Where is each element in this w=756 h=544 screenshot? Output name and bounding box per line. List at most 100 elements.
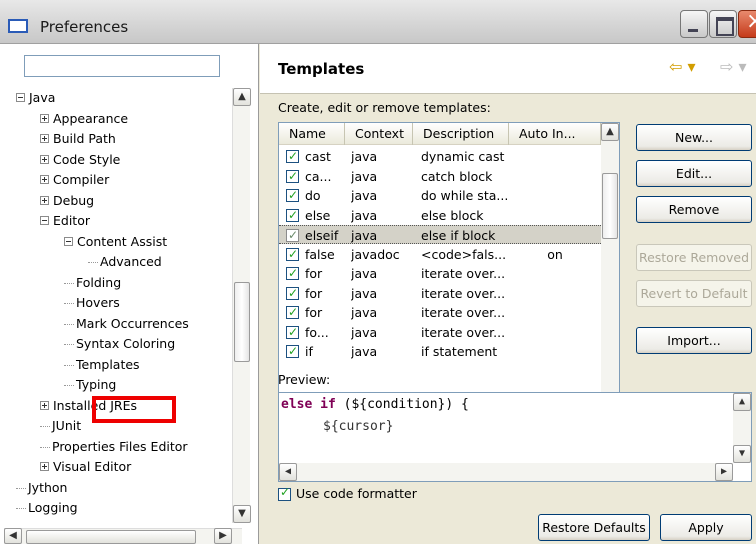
table-row[interactable]: ca... java catch block: [279, 167, 601, 186]
tree-item-java[interactable]: Java: [16, 88, 55, 108]
tree-item-debug[interactable]: Debug: [40, 191, 94, 211]
table-row[interactable]: else java else block: [279, 206, 601, 225]
checkbox-checked-icon[interactable]: [286, 147, 299, 166]
tree-item-jython[interactable]: Jython: [16, 478, 67, 498]
table-row[interactable]: elseif java else if block: [279, 225, 601, 245]
cell-name: for: [305, 285, 323, 301]
scroll-thumb[interactable]: [602, 173, 618, 239]
collapse-icon[interactable]: [16, 93, 25, 102]
preference-tree-pane: Java Appearance Build Path Code Style Compil…: [0, 44, 259, 544]
filter-input[interactable]: [24, 55, 220, 77]
checkbox-checked-icon[interactable]: [286, 206, 299, 225]
checkbox-checked-icon[interactable]: [286, 284, 299, 303]
new-button[interactable]: New...: [636, 124, 752, 151]
scroll-up-icon[interactable]: ▲: [733, 393, 751, 411]
checkbox-checked-icon[interactable]: [278, 485, 291, 501]
close-button[interactable]: [738, 9, 756, 38]
expand-icon[interactable]: [40, 113, 49, 123]
preview-code-line-2: ${cursor}: [323, 419, 394, 434]
collapse-icon[interactable]: [64, 236, 73, 246]
tree-horizontal-scrollbar[interactable]: ◀ ▶: [4, 528, 242, 544]
tree-item-hovers[interactable]: Hovers: [64, 293, 120, 313]
tree-item-visual-editor[interactable]: Visual Editor: [40, 457, 131, 477]
scroll-up-icon[interactable]: ▲: [233, 88, 251, 106]
checkbox-checked-icon[interactable]: [286, 167, 299, 186]
tree-item-editor[interactable]: Editor: [40, 211, 90, 231]
revert-to-default-button[interactable]: Revert to Default: [636, 280, 752, 307]
tree-item-content-assist[interactable]: Content Assist: [64, 232, 167, 252]
column-header-auto-insert[interactable]: Auto In...: [509, 123, 601, 145]
checkbox-checked-icon[interactable]: [286, 226, 299, 245]
table-row[interactable]: false javadoc <code>fals... on: [279, 245, 601, 264]
expand-icon[interactable]: [40, 400, 49, 410]
tree-item-label: Code Style: [53, 151, 121, 167]
table-row[interactable]: do java do while sta...: [279, 186, 601, 205]
table-row[interactable]: fo... java iterate over...: [279, 323, 601, 342]
table-row[interactable]: cast java dynamic cast: [279, 147, 601, 166]
cell-auto: [509, 284, 601, 303]
table-vertical-scrollbar[interactable]: ▲: [601, 123, 619, 405]
tree-item-appearance[interactable]: Appearance: [40, 109, 128, 129]
maximize-button[interactable]: [709, 10, 737, 38]
tree-item-compiler[interactable]: Compiler: [40, 170, 109, 190]
apply-button[interactable]: Apply: [660, 514, 752, 541]
tree-item-folding[interactable]: Folding: [64, 273, 121, 293]
preview-code-line-1: else if (${condition}) {: [281, 397, 469, 412]
tree-item-mark-occurrences[interactable]: Mark Occurrences: [64, 314, 189, 334]
table-row[interactable]: for java iterate over...: [279, 264, 601, 283]
column-header-name[interactable]: Name: [279, 123, 345, 145]
collapse-icon[interactable]: [40, 216, 49, 225]
column-header-description[interactable]: Description: [413, 123, 509, 145]
table-row[interactable]: for java iterate over...: [279, 303, 601, 322]
checkbox-checked-icon[interactable]: [286, 323, 299, 342]
tree-item-logging[interactable]: Logging: [16, 498, 78, 518]
restore-defaults-button[interactable]: Restore Defaults: [538, 514, 650, 541]
checkbox-checked-icon[interactable]: [286, 264, 299, 283]
scroll-right-icon[interactable]: ▶: [715, 463, 733, 481]
tree-item-junit[interactable]: JUnit: [40, 416, 81, 436]
scroll-down-icon[interactable]: ▼: [233, 505, 251, 523]
scroll-thumb-horizontal[interactable]: [26, 530, 196, 544]
scroll-up-icon[interactable]: ▲: [601, 123, 619, 141]
checkbox-checked-icon[interactable]: [286, 303, 299, 322]
column-header-context[interactable]: Context: [345, 123, 413, 145]
back-arrow-icon[interactable]: ⇦ ▾: [669, 57, 696, 76]
table-row[interactable]: for java iterate over...: [279, 284, 601, 303]
restore-removed-button[interactable]: Restore Removed: [636, 244, 752, 271]
edit-button[interactable]: Edit...: [636, 160, 752, 187]
cell-context: java: [351, 149, 378, 164]
preview-editor[interactable]: else if (${condition}) { ${cursor} ▲ ▼ ◀…: [278, 392, 752, 482]
expand-icon[interactable]: [40, 175, 49, 184]
cell-auto: [509, 342, 601, 361]
tree-item-properties-files-editor[interactable]: Properties Files Editor: [40, 437, 188, 457]
scroll-right-icon[interactable]: ▶: [214, 528, 232, 544]
tree-item-syntax-coloring[interactable]: Syntax Coloring: [64, 334, 175, 354]
cell-name: do: [305, 188, 321, 203]
tree-item-advanced[interactable]: Advanced: [88, 252, 162, 272]
scroll-left-icon[interactable]: ◀: [279, 463, 297, 481]
tree-item-typing[interactable]: Typing: [64, 375, 116, 395]
table-row[interactable]: if java if statement: [279, 342, 601, 361]
expand-icon[interactable]: [40, 462, 49, 471]
expand-icon[interactable]: [40, 195, 49, 205]
preferences-window: Preferences Java Appearance Build Path Code…: [0, 0, 756, 544]
scroll-thumb[interactable]: [234, 282, 250, 362]
tree-item-label: Compiler: [53, 172, 110, 187]
tree-item-build-path[interactable]: Build Path: [40, 129, 116, 149]
tree-item-templates[interactable]: Templates: [64, 355, 140, 375]
preview-horizontal-scrollbar[interactable]: ◀ ▶: [279, 463, 733, 481]
scroll-left-icon[interactable]: ◀: [4, 528, 22, 544]
tree-vertical-scrollbar[interactable]: ▲ ▼: [232, 88, 251, 523]
checkbox-checked-icon[interactable]: [286, 342, 299, 361]
expand-icon[interactable]: [40, 154, 49, 164]
scroll-down-icon[interactable]: ▼: [733, 445, 751, 463]
forward-arrow-icon[interactable]: ⇨ ▾: [720, 57, 747, 76]
checkbox-checked-icon[interactable]: [286, 186, 299, 205]
expand-icon[interactable]: [40, 134, 49, 143]
import-button[interactable]: Import...: [636, 327, 752, 354]
minimize-button[interactable]: [680, 10, 708, 38]
tree-item-code-style[interactable]: Code Style: [40, 150, 120, 170]
remove-button[interactable]: Remove: [636, 196, 752, 223]
preview-vertical-scrollbar[interactable]: ▲ ▼: [733, 393, 751, 463]
checkbox-checked-icon[interactable]: [286, 245, 299, 264]
